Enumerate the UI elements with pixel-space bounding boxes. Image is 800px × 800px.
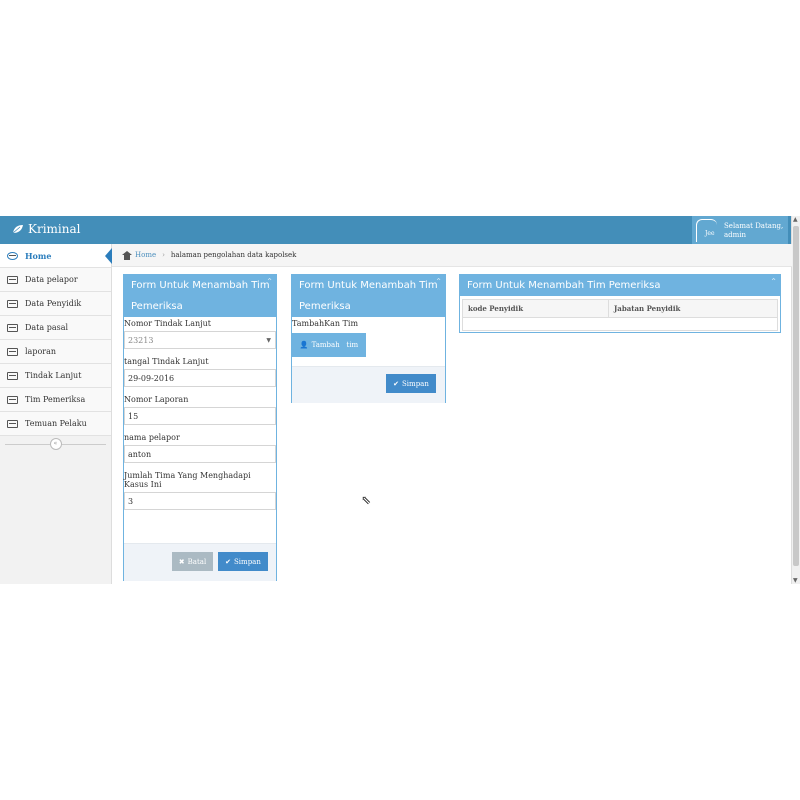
- list-icon: [7, 395, 18, 404]
- sidebar-item-label: laporan: [25, 347, 57, 356]
- form-tim-pemeriksa-panel: Form Untuk Menambah Tim Pemeriksa ⌃ Nomor…: [123, 274, 277, 581]
- jumlah-tim-input[interactable]: 3: [124, 492, 276, 510]
- simpan-button[interactable]: ✔ Simpan: [218, 552, 268, 571]
- user-menu[interactable]: Jee Selamat Datang, admin: [692, 216, 788, 244]
- sidebar-item-temuan-pelaku[interactable]: Temuan Pelaku: [0, 412, 111, 436]
- sidebar-item-label: Data pelapor: [25, 275, 78, 284]
- breadcrumb-home-link[interactable]: Home: [135, 251, 156, 259]
- sidebar: Home Data pelapor Data Penyidik Data pas…: [0, 244, 112, 584]
- list-icon: [7, 299, 18, 308]
- brand[interactable]: Kriminal: [12, 222, 80, 236]
- field-label: Nomor Tindak Lanjut: [124, 319, 211, 328]
- user-icon: 👤: [299, 341, 309, 349]
- close-icon: ✖: [178, 557, 185, 566]
- scroll-down-icon[interactable]: ▼: [793, 577, 798, 584]
- sidebar-item-tim-pemeriksa[interactable]: Tim Pemeriksa: [0, 388, 111, 412]
- greeting: Selamat Datang,: [724, 222, 784, 230]
- field-label: nama pelapor: [124, 433, 180, 442]
- simpan-button[interactable]: ✔ Simpan: [386, 374, 436, 393]
- field-label: Jumlah Tima Yang Menghadapi Kasus Ini: [124, 471, 251, 489]
- navbar: Kriminal Jee Selamat Datang, admin: [0, 216, 792, 244]
- sidebar-item-label: Data Penyidik: [25, 299, 82, 308]
- home-icon: [122, 250, 132, 260]
- panel-title: Form Untuk Menambah Tim Pemeriksa ⌃: [460, 275, 780, 296]
- panel-corner-icon: ⌃: [266, 277, 273, 286]
- sidebar-item-data-pasal[interactable]: Data pasal: [0, 316, 111, 340]
- sidebar-item-label: Tim Pemeriksa: [25, 395, 86, 404]
- avatar: Jee: [696, 219, 717, 242]
- breadcrumb-current: halaman pengolahan data kapolsek: [170, 251, 297, 259]
- scroll-thumb[interactable]: [793, 226, 799, 566]
- sidebar-item-label: Data pasal: [25, 323, 69, 332]
- sidebar-item-label: Home: [25, 250, 52, 261]
- field-label: Nomor Laporan: [124, 395, 189, 404]
- sidebar-item-label: Tindak Lanjut: [25, 371, 82, 380]
- list-icon: [7, 275, 18, 284]
- sidebar-item-home[interactable]: Home: [0, 244, 112, 268]
- form-body: Nomor Tindak Lanjut 23213 ▼ tangal Tindak…: [124, 319, 276, 510]
- table-header: kode Penyidik Jabatan Penyidik: [463, 300, 777, 318]
- brand-label: Kriminal: [28, 222, 81, 236]
- sidebar-item-tindak-lanjut[interactable]: Tindak Lanjut: [0, 364, 111, 388]
- sidebar-item-label: Temuan Pelaku: [25, 419, 87, 428]
- form-actions: ✖ Batal ✔ Simpan: [124, 543, 276, 581]
- tambahkan-tim-label: TambahKan Tim: [292, 319, 359, 328]
- tanggal-tindak-lanjut-input[interactable]: 29-09-2016: [124, 369, 276, 387]
- batal-button[interactable]: ✖ Batal: [172, 552, 213, 571]
- sidebar-item-data-pelapor[interactable]: Data pelapor: [0, 268, 111, 292]
- sidebar-collapse: «: [0, 436, 111, 452]
- nama-pelapor-input[interactable]: anton: [124, 445, 276, 463]
- column-header[interactable]: kode Penyidik: [463, 300, 609, 317]
- dashboard-icon: [7, 251, 18, 260]
- panel-corner-icon: ⌃: [435, 277, 442, 286]
- scroll-up-icon[interactable]: ▲: [793, 216, 798, 223]
- scrollbar[interactable]: ▲ ▼: [791, 216, 800, 584]
- username: admin: [724, 231, 747, 239]
- leaf-icon: [12, 225, 23, 234]
- nomor-tindak-lanjut-select[interactable]: 23213 ▼: [124, 331, 276, 349]
- sidebar-item-laporan[interactable]: laporan: [0, 340, 111, 364]
- tambah-tim-button[interactable]: 👤 Tambah tim: [292, 333, 366, 357]
- form-actions: ✔ Simpan: [292, 366, 445, 403]
- breadcrumb-separator: ›: [162, 251, 165, 259]
- panel-title: Form Untuk Menambah Tim Pemeriksa ⌃: [124, 275, 276, 317]
- app-window: Kriminal Jee Selamat Datang, admin ▲ ▼ H…: [0, 216, 800, 584]
- panel-corner-icon: ⌃: [770, 277, 777, 286]
- sidebar-item-data-penyidik[interactable]: Data Penyidik: [0, 292, 111, 316]
- tim-pemeriksa-table-panel: Form Untuk Menambah Tim Pemeriksa ⌃ kode …: [459, 274, 781, 333]
- list-icon: [7, 371, 18, 380]
- nomor-laporan-input[interactable]: 15: [124, 407, 276, 425]
- caret-down-icon: ▼: [266, 337, 271, 344]
- penyidik-table: kode Penyidik Jabatan Penyidik: [462, 299, 778, 331]
- list-icon: [7, 419, 18, 428]
- list-icon: [7, 347, 18, 356]
- collapse-icon[interactable]: «: [49, 438, 62, 450]
- list-icon: [7, 323, 18, 332]
- breadcrumb: Home › halaman pengolahan data kapolsek: [112, 244, 792, 267]
- column-header[interactable]: Jabatan Penyidik: [609, 300, 680, 317]
- tambah-tim-panel: Form Untuk Menambah Tim Pemeriksa ⌃ Tamba…: [291, 274, 446, 403]
- panel-title: Form Untuk Menambah Tim Pemeriksa ⌃: [292, 275, 445, 317]
- check-icon: ✔: [393, 379, 400, 388]
- mouse-pointer-icon: ⇖: [361, 493, 372, 507]
- field-label: tangal Tindak Lanjut: [124, 357, 209, 366]
- check-icon: ✔: [225, 557, 232, 566]
- user-info: Selamat Datang, admin: [724, 222, 783, 240]
